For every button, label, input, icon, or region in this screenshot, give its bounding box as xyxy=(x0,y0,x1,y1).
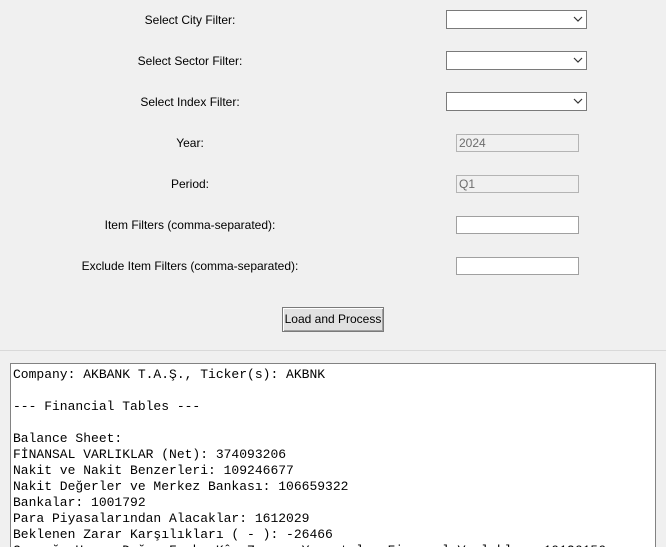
year-field[interactable] xyxy=(456,134,579,152)
city-filter-label: Select City Filter: xyxy=(144,13,236,27)
output-lines: Company: AKBANK T.A.Ş., Ticker(s): AKBNK… xyxy=(11,367,606,547)
index-filter-select[interactable] xyxy=(446,92,587,111)
year-label: Year: xyxy=(176,136,204,150)
sector-filter-label: Select Sector Filter: xyxy=(137,54,243,68)
output-line: --- Financial Tables --- xyxy=(13,399,201,414)
output-line: FİNANSAL VARLIKLAR (Net): 374093206 xyxy=(13,447,287,462)
chevron-down-icon xyxy=(573,57,583,63)
exclude-item-filters-label: Exclude Item Filters (comma-separated): xyxy=(81,259,299,273)
output-line: Bankalar: 1001792 xyxy=(13,495,146,510)
output-line: Beklenen Zarar Karşılıkları ( - ): -2646… xyxy=(13,527,333,542)
item-filters-label: Item Filters (comma-separated): xyxy=(104,218,276,232)
output-line: Balance Sheet: xyxy=(13,431,123,446)
period-label: Period: xyxy=(170,177,210,191)
load-and-process-button[interactable]: Load and Process xyxy=(282,307,384,332)
chevron-down-icon xyxy=(573,98,583,104)
sector-filter-select[interactable] xyxy=(446,51,587,70)
separator xyxy=(0,350,666,351)
output-textarea[interactable]: Company: AKBANK T.A.Ş., Ticker(s): AKBNK… xyxy=(10,363,656,547)
output-line: Gerçeğe Uygun Değer Farkı Kâr Zarara Yan… xyxy=(11,543,606,547)
chevron-down-icon xyxy=(573,16,583,22)
output-line: Company: AKBANK T.A.Ş., Ticker(s): AKBNK xyxy=(13,367,326,382)
output-line: Nakit Değerler ve Merkez Bankası: 106659… xyxy=(13,479,349,494)
exclude-item-filters-input[interactable] xyxy=(456,257,579,275)
period-field[interactable] xyxy=(456,175,579,193)
city-filter-select[interactable] xyxy=(446,10,587,29)
item-filters-input[interactable] xyxy=(456,216,579,234)
output-line: Nakit ve Nakit Benzerleri: 109246677 xyxy=(13,463,294,478)
index-filter-label: Select Index Filter: xyxy=(140,95,240,109)
output-line: Para Piyasalarından Alacaklar: 1612029 xyxy=(13,511,310,526)
